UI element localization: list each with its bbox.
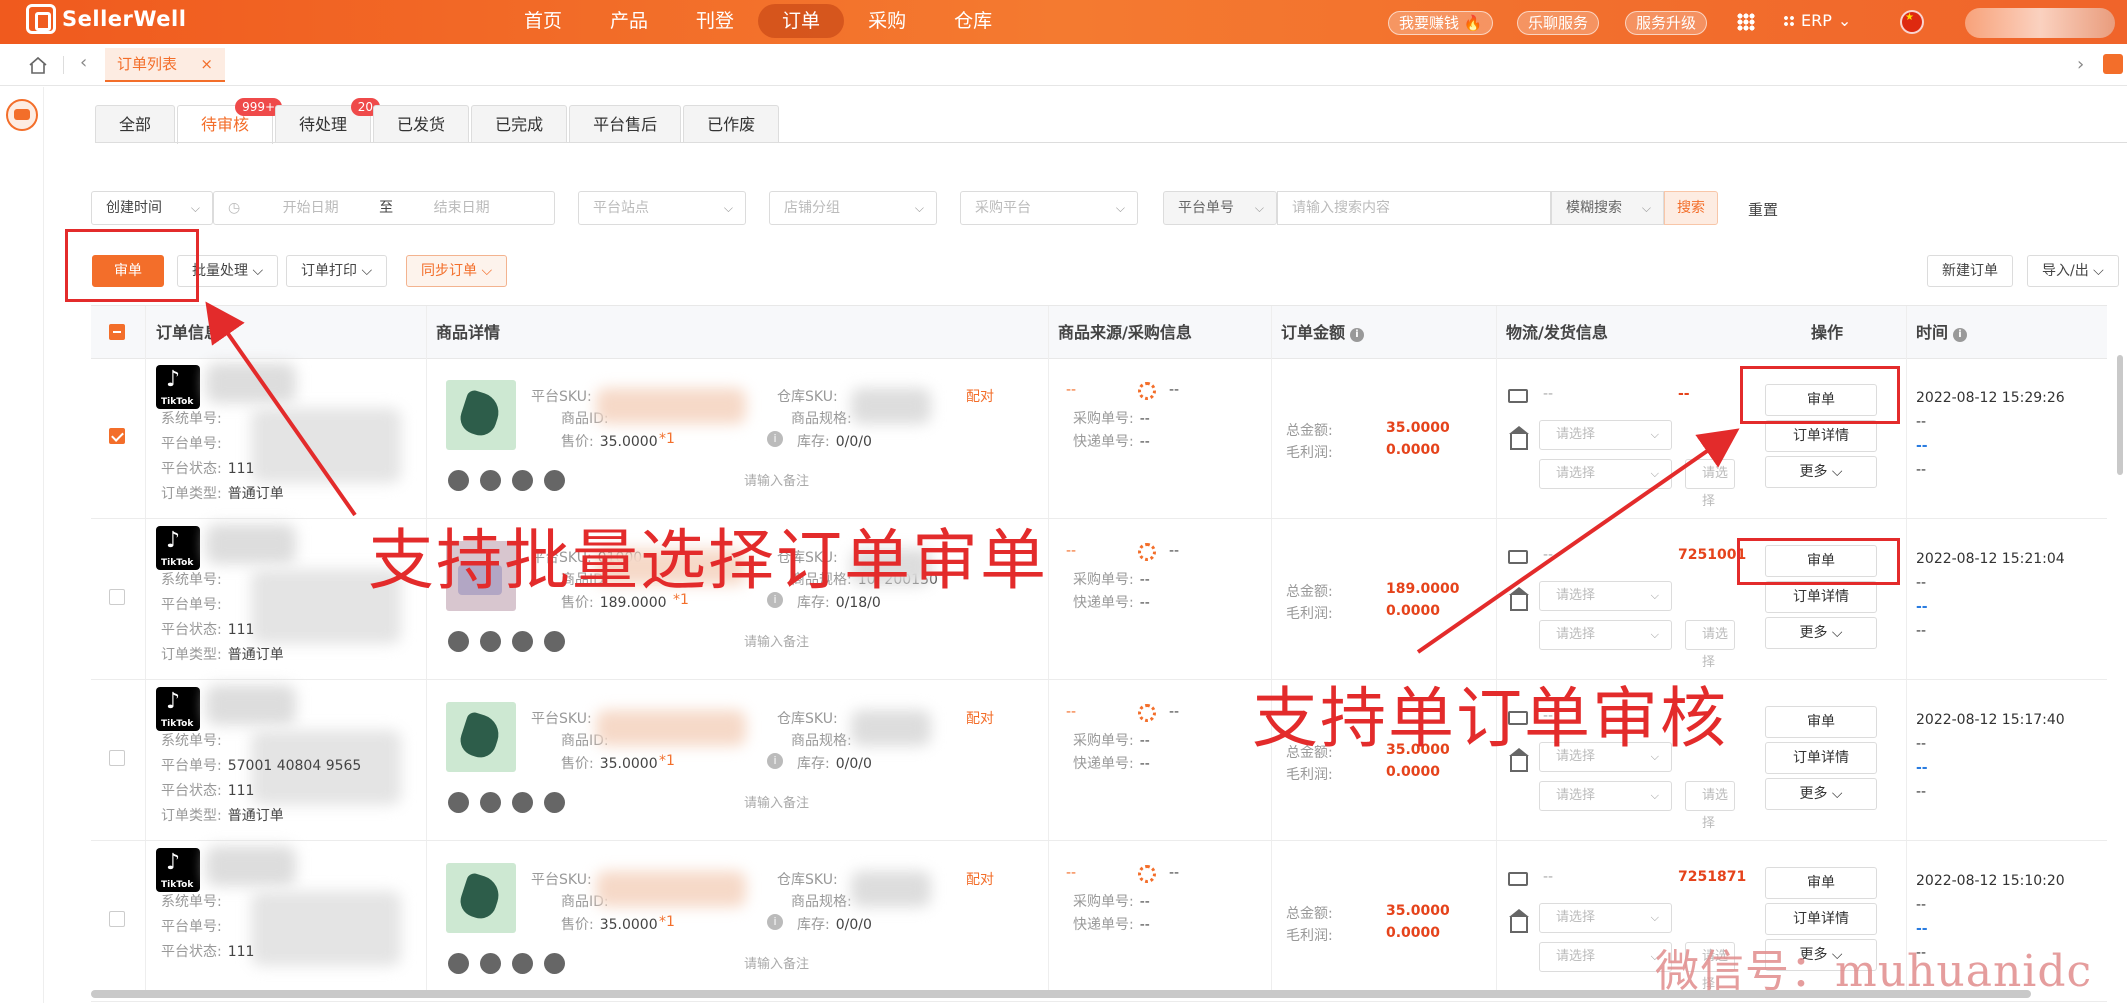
annotation-batch-text: 支持批量选择订单审单: [368, 522, 1048, 599]
annotation-single-text: 支持单订单审核: [1252, 680, 1728, 757]
watermark: 微信号：muhuanidc: [1655, 946, 2093, 997]
annotation-arrows: [205, 301, 1740, 654]
